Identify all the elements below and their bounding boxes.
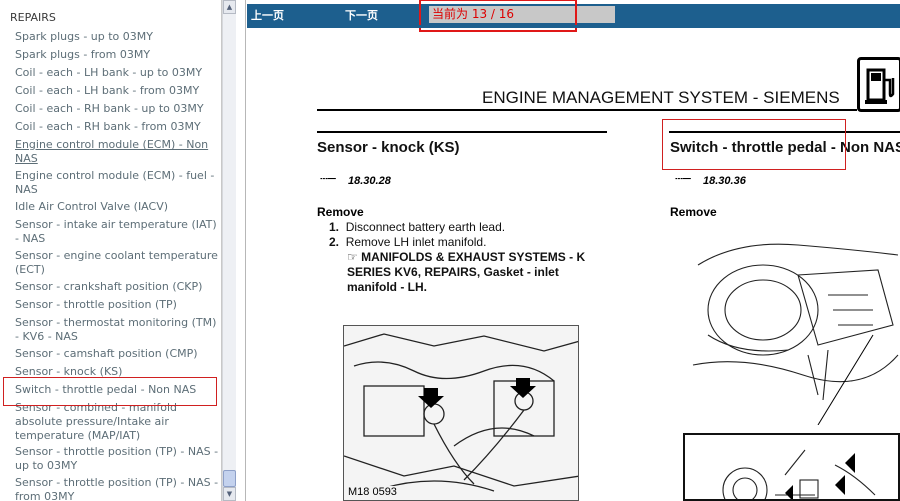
page-toolbar: 上一页 下一页 当前为 13 / 16	[247, 0, 900, 32]
nav-item-sensor-tp-nas-from-03my[interactable]: Sensor - throttle position (TP) - NAS - …	[15, 476, 220, 501]
dashboard-illustration	[688, 235, 900, 425]
repair-op-number-left: 18.30.28	[348, 175, 391, 187]
figure-code: M18 0593	[348, 486, 397, 498]
nav-item-sensor-iat-nas[interactable]: Sensor - intake air temperature (IAT) - …	[15, 218, 220, 246]
next-page-button[interactable]: 下一页	[345, 7, 378, 23]
step-1: 1. Disconnect battery earth lead.	[329, 220, 506, 234]
scroll-up-icon[interactable]: ▲	[223, 0, 236, 14]
nav-item-coil-rh-from-03my[interactable]: Coil - each - RH bank - from 03MY	[15, 120, 220, 134]
section-heading-repairs: REPAIRS	[10, 11, 56, 24]
scrollbar-thumb[interactable]	[223, 470, 236, 487]
remove-heading-right: Remove	[670, 205, 717, 219]
step-2: 2. Remove LH inlet manifold.	[329, 235, 487, 249]
nav-item-ecm-non-nas[interactable]: Engine control module (ECM) - Non NAS	[15, 138, 220, 166]
nav-scrollbar[interactable]: ▲ ▼	[222, 0, 236, 501]
nav-item-sensor-ckp[interactable]: Sensor - crankshaft position (CKP)	[15, 280, 220, 294]
nav-item-sensor-tm-kv6-nas[interactable]: Sensor - thermostat monitoring (TM) - KV…	[15, 316, 220, 344]
throttle-pedal-detail-illustration	[683, 433, 900, 501]
section-rule-left	[317, 131, 607, 133]
wrench-icon-right: ┄─	[675, 172, 691, 187]
title-rule	[317, 109, 857, 111]
nav-item-sensor-cmp[interactable]: Sensor - camshaft position (CMP)	[15, 347, 220, 361]
pane-splitter[interactable]	[236, 0, 246, 501]
section-title-sensor-knock: Sensor - knock (KS)	[317, 139, 460, 156]
document-pane: 上一页 下一页 当前为 13 / 16 ENGINE MANAGEMENT SY…	[247, 0, 900, 501]
navigation-pane: REPAIRS Spark plugs - up to 03MY Spark p…	[0, 0, 222, 501]
nav-item-sensor-map-iat[interactable]: Sensor - combined - manifold absolute pr…	[15, 401, 220, 443]
nav-item-coil-lh-up-to-03my[interactable]: Coil - each - LH bank - up to 03MY	[15, 66, 220, 80]
highlight-box-selected-item	[3, 377, 217, 406]
wrench-icon: ┄─	[320, 172, 336, 187]
nav-item-coil-rh-up-to-03my[interactable]: Coil - each - RH bank - up to 03MY	[15, 102, 220, 116]
nav-item-coil-lh-from-03my[interactable]: Coil - each - LH bank - from 03MY	[15, 84, 220, 98]
nav-item-ecm-fuel-nas[interactable]: Engine control module (ECM) - fuel - NAS	[15, 169, 220, 197]
highlight-box-section-title	[662, 119, 846, 170]
nav-item-iacv[interactable]: Idle Air Control Valve (IACV)	[15, 200, 220, 214]
remove-heading-left: Remove	[317, 205, 364, 219]
nav-item-spark-plugs-from-03my[interactable]: Spark plugs - from 03MY	[15, 48, 220, 62]
manual-chapter-title: ENGINE MANAGEMENT SYSTEM - SIEMENS	[482, 88, 840, 107]
fuel-pump-icon	[857, 57, 900, 112]
repair-op-number-right: 18.30.36	[703, 175, 746, 187]
nav-item-sensor-tp-nas-up-to-03my[interactable]: Sensor - throttle position (TP) - NAS - …	[15, 445, 220, 473]
scroll-down-icon[interactable]: ▼	[223, 487, 236, 501]
pointing-hand-icon: ☞	[347, 250, 358, 264]
toolbar-underline	[247, 25, 900, 28]
nav-item-sensor-tp[interactable]: Sensor - throttle position (TP)	[15, 298, 220, 312]
cross-reference-link[interactable]: ☞ MANIFOLDS & EXHAUST SYSTEMS - K SERIES…	[347, 250, 609, 295]
nav-item-spark-plugs-up-to-03my[interactable]: Spark plugs - up to 03MY	[15, 30, 220, 44]
prev-page-button[interactable]: 上一页	[251, 7, 284, 23]
knock-sensor-illustration: M18 0593	[343, 325, 579, 501]
nav-item-sensor-ect[interactable]: Sensor - engine coolant temperature (ECT…	[15, 249, 220, 277]
